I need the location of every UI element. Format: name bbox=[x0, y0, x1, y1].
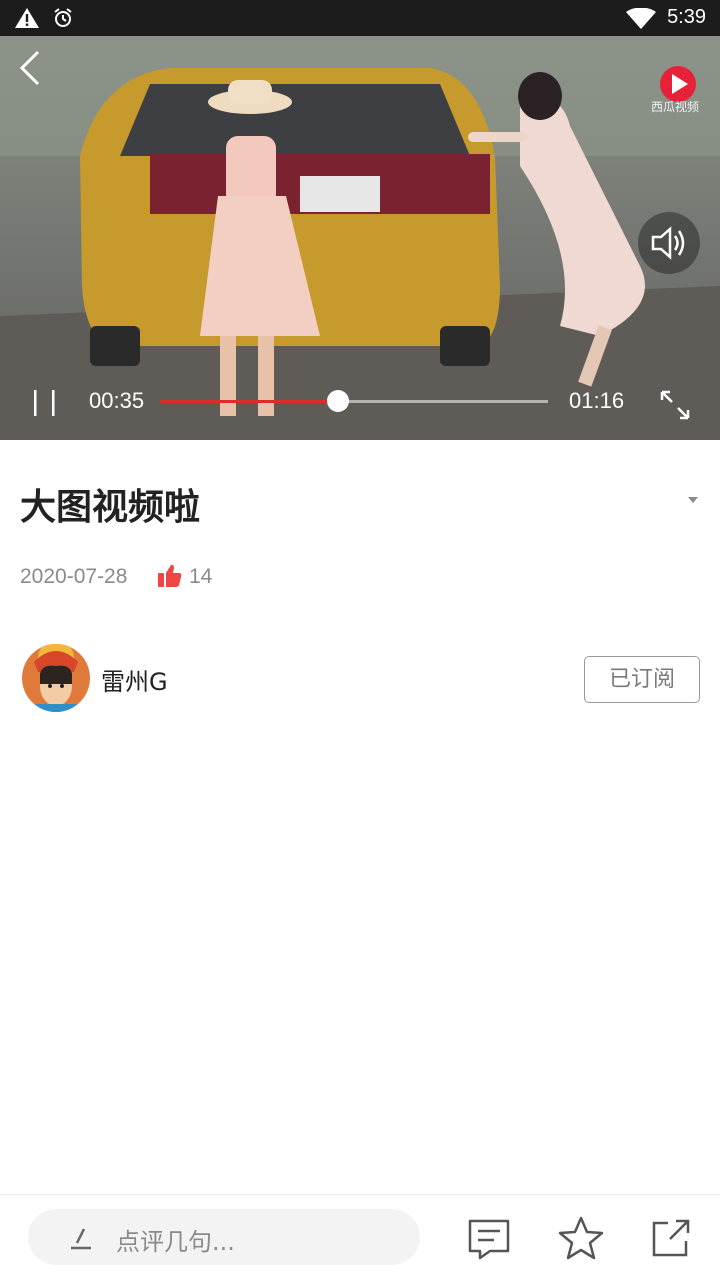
video-watermark: 西瓜视频 bbox=[651, 100, 700, 114]
warning-icon bbox=[15, 8, 39, 28]
avatar-image bbox=[22, 644, 90, 712]
comment-placeholder: 点评几句... bbox=[116, 1228, 235, 1256]
current-time: 00:35 bbox=[89, 388, 145, 413]
author-avatar[interactable] bbox=[22, 644, 90, 712]
volume-button[interactable] bbox=[638, 212, 700, 274]
back-icon[interactable] bbox=[14, 48, 50, 88]
fullscreen-icon[interactable] bbox=[656, 386, 694, 424]
video-player[interactable]: 西瓜视频 00:35 01:16 bbox=[0, 36, 720, 440]
progress-fill bbox=[160, 400, 339, 403]
comment-input[interactable]: 点评几句... bbox=[28, 1209, 420, 1265]
author-name[interactable]: 雷州G bbox=[101, 662, 168, 697]
progress-track[interactable] bbox=[160, 390, 548, 412]
expand-title-icon[interactable] bbox=[688, 497, 698, 503]
total-time: 01:16 bbox=[569, 388, 625, 413]
thumbs-up-icon[interactable] bbox=[156, 563, 184, 589]
pause-icon[interactable] bbox=[30, 388, 60, 418]
pen-icon bbox=[71, 1228, 91, 1250]
comment-list-icon[interactable] bbox=[466, 1215, 512, 1261]
post-date: 2020-07-28 bbox=[20, 565, 128, 588]
progress-thumb[interactable] bbox=[327, 390, 350, 412]
wifi-icon bbox=[626, 8, 656, 29]
video-controls: 00:35 01:16 bbox=[0, 366, 720, 440]
bottom-bar: 点评几句... bbox=[0, 1194, 720, 1280]
status-bar: 5:39 bbox=[0, 0, 720, 36]
subscribe-button[interactable]: 已订阅 bbox=[584, 656, 700, 703]
status-time: 5:39 bbox=[667, 6, 706, 28]
speaker-icon bbox=[651, 226, 685, 260]
video-title: 大图视频啦 bbox=[20, 487, 201, 528]
like-count: 14 bbox=[189, 565, 213, 588]
alarm-icon bbox=[54, 8, 72, 27]
share-icon[interactable] bbox=[648, 1215, 694, 1261]
star-icon[interactable] bbox=[558, 1215, 604, 1261]
